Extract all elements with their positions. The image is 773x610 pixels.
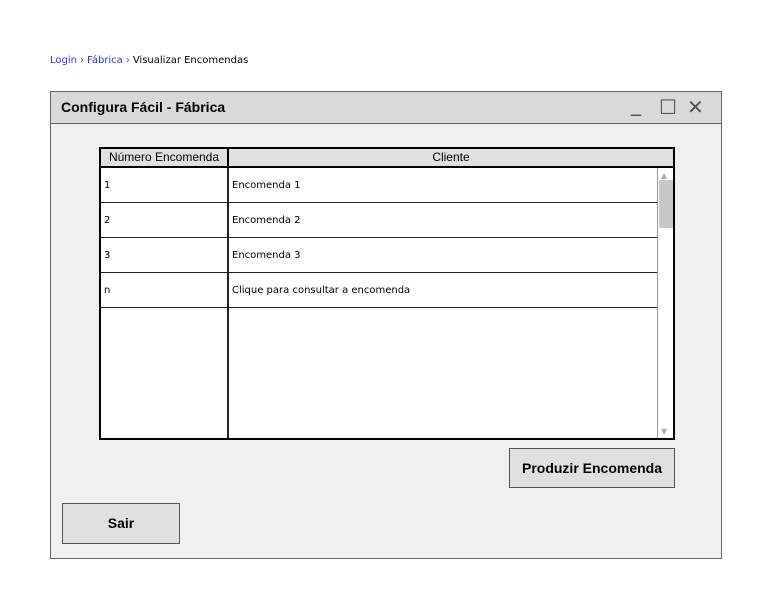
breadcrumb-login[interactable]: Login — [50, 55, 77, 66]
scroll-thumb[interactable] — [659, 180, 673, 228]
maximize-icon[interactable]: ☐ — [659, 95, 677, 119]
breadcrumb: Login › Fábrica › Visualizar Encomendas — [50, 55, 248, 66]
scroll-up-icon[interactable]: ▲ — [661, 171, 667, 180]
table-scrollbar[interactable]: ▲ ▼ — [657, 168, 673, 438]
cell-cliente: Clique para consultar a encomenda — [232, 285, 411, 296]
minimize-icon[interactable]: _ — [631, 92, 641, 116]
column-divider — [227, 168, 229, 438]
table-row[interactable]: n Clique para consultar a encomenda — [101, 273, 657, 308]
close-icon[interactable]: ✕ — [687, 95, 704, 119]
orders-table: Número Encomenda Cliente 1 Encomenda 1 2… — [99, 147, 675, 440]
breadcrumb-separator: › — [79, 55, 84, 66]
scroll-down-icon[interactable]: ▼ — [661, 427, 667, 436]
cell-numero: 3 — [104, 250, 111, 261]
cell-cliente: Encomenda 1 — [232, 180, 301, 191]
cell-numero: n — [104, 285, 111, 296]
breadcrumb-fabrica[interactable]: Fábrica — [87, 55, 123, 66]
cell-cliente: Encomenda 2 — [232, 215, 301, 226]
produce-order-button[interactable]: Produzir Encomenda — [509, 448, 675, 488]
cell-numero: 2 — [104, 215, 111, 226]
table-header: Número Encomenda Cliente — [101, 149, 673, 168]
column-header-numero[interactable]: Número Encomenda — [101, 149, 229, 166]
exit-button[interactable]: Sair — [62, 503, 180, 544]
window-titlebar: Configura Fácil - Fábrica _ ☐ ✕ — [51, 92, 721, 124]
cell-cliente: Encomenda 3 — [232, 250, 301, 261]
window-title: Configura Fácil - Fábrica — [61, 99, 226, 115]
cell-numero: 1 — [104, 180, 111, 191]
app-window: Configura Fácil - Fábrica _ ☐ ✕ Número E… — [50, 91, 722, 559]
table-row[interactable]: 1 Encomenda 1 — [101, 168, 657, 203]
table-row[interactable]: 3 Encomenda 3 — [101, 238, 657, 273]
column-header-cliente[interactable]: Cliente — [229, 149, 673, 166]
breadcrumb-current: Visualizar Encomendas — [132, 55, 249, 66]
table-row[interactable]: 2 Encomenda 2 — [101, 203, 657, 238]
breadcrumb-separator: › — [125, 55, 130, 66]
